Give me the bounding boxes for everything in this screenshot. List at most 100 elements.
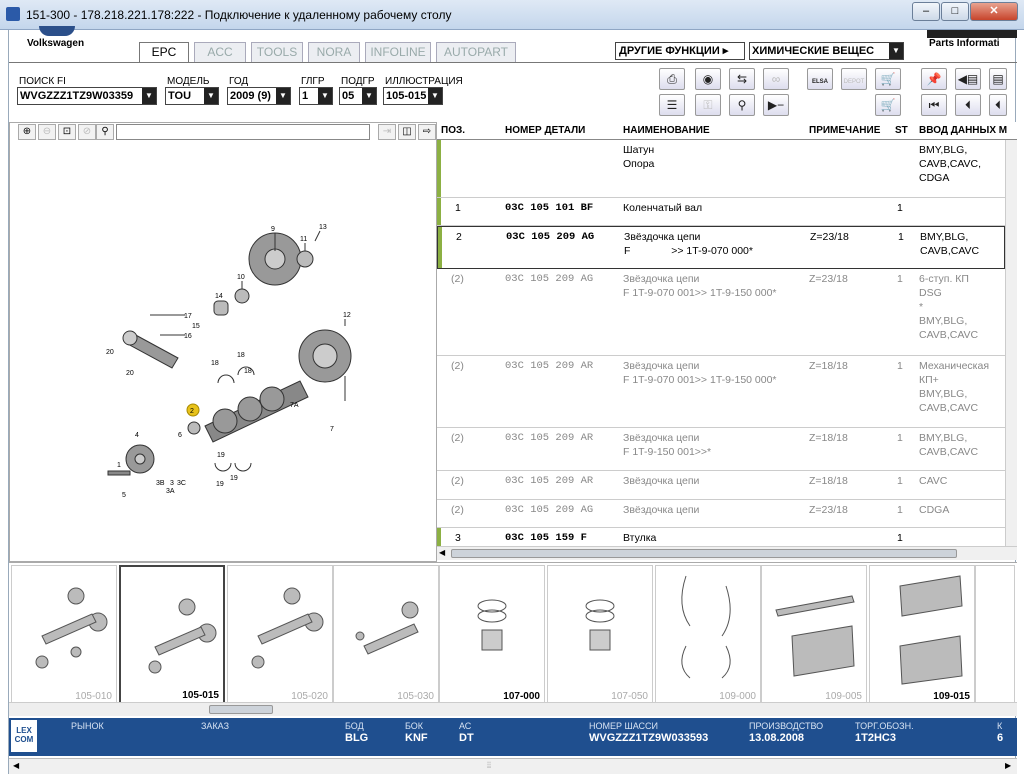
next-page-button[interactable]: ▤ (989, 68, 1007, 90)
table-row-selected[interactable]: 2 03C 105 209 AG Звёздочка цепи F >> 1T-… (437, 226, 1005, 269)
bushing[interactable] (213, 300, 229, 316)
diagram-label[interactable]: 2 (190, 408, 194, 415)
diagram-label[interactable]: 3A (166, 488, 175, 495)
maximize-button[interactable]: □ (941, 2, 969, 21)
thumbnail-105-020[interactable]: 105-020 (227, 565, 333, 705)
thumbnail-105-015-selected[interactable]: 105-015 (119, 565, 225, 705)
vertical-scrollbar[interactable] (1005, 140, 1017, 548)
print-button[interactable]: ⎙ (659, 68, 685, 90)
diagram-label[interactable]: 9 (271, 226, 275, 233)
crank-web-1[interactable] (212, 408, 238, 434)
illustration-pane[interactable]: ⊕ ⊖ ⊡ ⊘ ⚲ ⇥ ◫ ⇨ 9 11 13 10 14 17 15 16 1… (9, 122, 437, 562)
group-select[interactable]: 1 ▼ (299, 87, 333, 105)
split-view-icon[interactable]: ◫ (398, 124, 416, 140)
minimize-button[interactable]: – (912, 2, 940, 21)
export-icon[interactable]: ⇥ (378, 124, 396, 140)
rod-small-end[interactable] (122, 330, 138, 346)
col-header-data-entry[interactable]: ВВОД ДАННЫХ М (919, 125, 1007, 136)
magnifier-icon[interactable]: ⚲ (96, 124, 114, 140)
back-button[interactable]: ⏴ (955, 94, 981, 116)
bike-button[interactable]: ⚲ (729, 94, 755, 116)
handshake-button[interactable]: ∞ (763, 68, 789, 90)
table-row[interactable]: 1 03C 105 101 BF Коленчатый вал 1 (437, 198, 1005, 226)
subgroup-select[interactable]: 05 ▼ (339, 87, 377, 105)
previous-page-button[interactable]: ◀▤ (955, 68, 981, 90)
zoom-in-icon[interactable]: ⊕ (18, 124, 36, 140)
bearing-shell[interactable] (214, 462, 232, 472)
expand-right-icon[interactable]: ⇨ (418, 124, 436, 140)
diagram-label[interactable]: 16 (184, 333, 192, 340)
table-row[interactable]: (2) 03C 105 209 AR Звёздочка цепи F 1T-9… (437, 356, 1005, 428)
diagram-label[interactable]: 18 (211, 360, 219, 367)
car-transfer-button[interactable]: ⇆ (729, 68, 755, 90)
scroll-left-icon[interactable]: ◀ (13, 761, 19, 770)
diagram-label[interactable]: 19 (230, 475, 238, 482)
illustration-search-input[interactable] (116, 124, 370, 140)
cart-add-button[interactable]: 🛒 (875, 68, 901, 90)
crank-web-2[interactable] (237, 396, 263, 422)
search-select[interactable]: WVGZZZ1TZ9W03359 ▼ (17, 87, 157, 105)
vibration-damper-hub[interactable] (312, 343, 338, 369)
table-row[interactable]: 3 03C 105 159 F Втулка 1 (437, 528, 1005, 548)
diagram-label[interactable]: 3C (177, 480, 186, 487)
col-header-st[interactable]: ST (895, 125, 908, 136)
table-row[interactable]: (2) 03C 105 209 AG Звёздочка цепи F 1T-9… (437, 269, 1005, 356)
crank-web-3[interactable] (259, 386, 285, 412)
tab-tools[interactable]: TOOLS (251, 42, 303, 62)
thumbnail-next[interactable] (975, 565, 1015, 705)
diagram-label[interactable]: 3 (170, 480, 174, 487)
thumbnail-scrollbar[interactable] (9, 702, 1017, 716)
washer-small[interactable] (234, 288, 250, 304)
bearing-shell[interactable] (217, 374, 235, 384)
crankshaft-diagram[interactable]: 9 11 13 10 14 17 15 16 12 20 20 18 18 18… (10, 141, 436, 561)
table-horizontal-scrollbar[interactable]: ◀ (437, 546, 1017, 560)
tab-acc[interactable]: ACC (194, 42, 246, 62)
crankshaft-bolt[interactable] (107, 470, 131, 476)
diagram-label[interactable]: 20 (106, 349, 114, 356)
first-button[interactable]: ⏮ (921, 94, 947, 116)
col-header-part-number[interactable]: НОМЕР ДЕТАЛИ (505, 125, 585, 136)
scroll-thumb[interactable] (451, 549, 957, 558)
col-header-note[interactable]: ПРИМЕЧАНИЕ (809, 125, 880, 136)
diagram-label[interactable]: 15 (192, 323, 200, 330)
flywheel-hub[interactable] (264, 248, 286, 270)
diagram-label[interactable]: 7A (290, 402, 299, 409)
thumbnail-109-005[interactable]: 109-005 (761, 565, 867, 705)
bearing-shell[interactable] (234, 462, 252, 472)
diagram-label[interactable]: 19 (216, 481, 224, 488)
diagram-label[interactable]: 11 (300, 236, 307, 243)
pin-button[interactable]: 📌 (921, 68, 947, 90)
tab-epc[interactable]: EPC (139, 42, 189, 63)
washer[interactable] (296, 250, 314, 268)
diagram-label[interactable]: 1 (117, 462, 121, 469)
diagram-label[interactable]: 12 (343, 312, 351, 319)
diagram-label[interactable]: 7 (330, 426, 334, 433)
diagram-label[interactable]: 18 (244, 368, 252, 375)
key-button[interactable]: ⚿ (695, 94, 721, 116)
elsa-button[interactable]: ELSA (807, 68, 833, 90)
diagram-label[interactable]: 18 (237, 352, 245, 359)
depot-button[interactable]: DEPOT (841, 68, 867, 90)
diagram-label[interactable]: 17 (184, 313, 192, 320)
model-select[interactable]: TOU ▼ (165, 87, 219, 105)
zoom-reset-icon[interactable]: ⊘ (78, 124, 96, 140)
table-row[interactable]: Шатун Опора BMY,BLG, CAVB,CAVC, CDGA (437, 140, 1005, 198)
thumbnail-107-050[interactable]: 107-050 (547, 565, 653, 705)
table-row[interactable]: (2) 03C 105 209 AR Звёздочка цепи F 1T-9… (437, 428, 1005, 471)
scroll-left-icon[interactable]: ◀ (439, 548, 445, 557)
diagram-label[interactable]: 10 (237, 274, 245, 281)
play-minus-button[interactable]: ▶− (763, 94, 789, 116)
scroll-right-icon[interactable]: ▶ (1005, 761, 1011, 770)
thumbnail-109-015[interactable]: 109-015 (869, 565, 975, 705)
list-button[interactable]: ☰ (659, 94, 685, 116)
table-row[interactable]: (2) 03C 105 209 AG Звёздочка цепи Z=23/1… (437, 500, 1005, 528)
table-row[interactable]: (2) 03C 105 209 AR Звёздочка цепи Z=18/1… (437, 471, 1005, 500)
thumbnail-109-000[interactable]: 109-000 (655, 565, 761, 705)
pulley-hub[interactable] (134, 453, 146, 465)
diagram-label[interactable]: 19 (217, 452, 225, 459)
illustration-select[interactable]: 105-015 ▼ (383, 87, 443, 105)
diagram-label[interactable]: 13 (319, 224, 327, 231)
col-header-name[interactable]: НАИМЕНОВАНИЕ (623, 125, 710, 136)
diagram-label[interactable]: 4 (135, 432, 139, 439)
chain-sprocket-part-2[interactable] (187, 421, 201, 435)
